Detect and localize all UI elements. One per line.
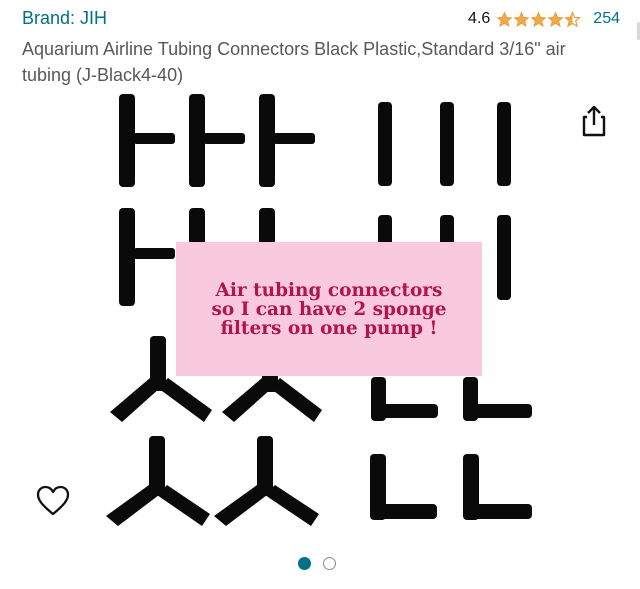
y-connector-shape (222, 370, 322, 422)
t-connector-shape (189, 94, 245, 187)
y-connector-shape (214, 436, 319, 526)
t-connector-shape (119, 94, 175, 187)
l-connector-shape (463, 454, 532, 520)
rating-summary[interactable]: 4.6 254 (468, 10, 620, 28)
brand-link[interactable]: Brand: JIH (22, 8, 107, 29)
pagination-dot[interactable] (323, 557, 336, 570)
rating-value: 4.6 (468, 10, 491, 27)
l-connector-shape (371, 377, 438, 421)
star-icon (530, 11, 547, 27)
l-connector-shape (370, 454, 437, 520)
pagination-dot-active[interactable] (298, 557, 311, 570)
image-pagination (298, 557, 336, 570)
heart-icon[interactable] (36, 485, 70, 517)
caption-overlay: Air tubing connectors so I can have 2 sp… (176, 242, 482, 376)
straight-connector-shape (378, 102, 392, 186)
star-icon (496, 11, 513, 27)
rating-count-link[interactable]: 254 (593, 10, 620, 28)
share-icon[interactable] (578, 104, 610, 138)
product-title: Aquarium Airline Tubing Connectors Black… (22, 39, 566, 85)
straight-connector-shape (497, 215, 511, 300)
straight-connector-shape (440, 102, 454, 186)
caption-text: Air tubing connectors so I can have 2 sp… (211, 279, 447, 339)
star-rating (496, 10, 582, 28)
l-connector-shape (463, 377, 532, 421)
star-icon (513, 11, 530, 27)
straight-connector-shape (497, 102, 511, 186)
star-icon (547, 11, 564, 27)
star-half-icon (564, 10, 582, 27)
t-connector-shape (119, 208, 175, 306)
y-connector-shape (106, 436, 210, 526)
t-connector-shape (259, 94, 315, 187)
